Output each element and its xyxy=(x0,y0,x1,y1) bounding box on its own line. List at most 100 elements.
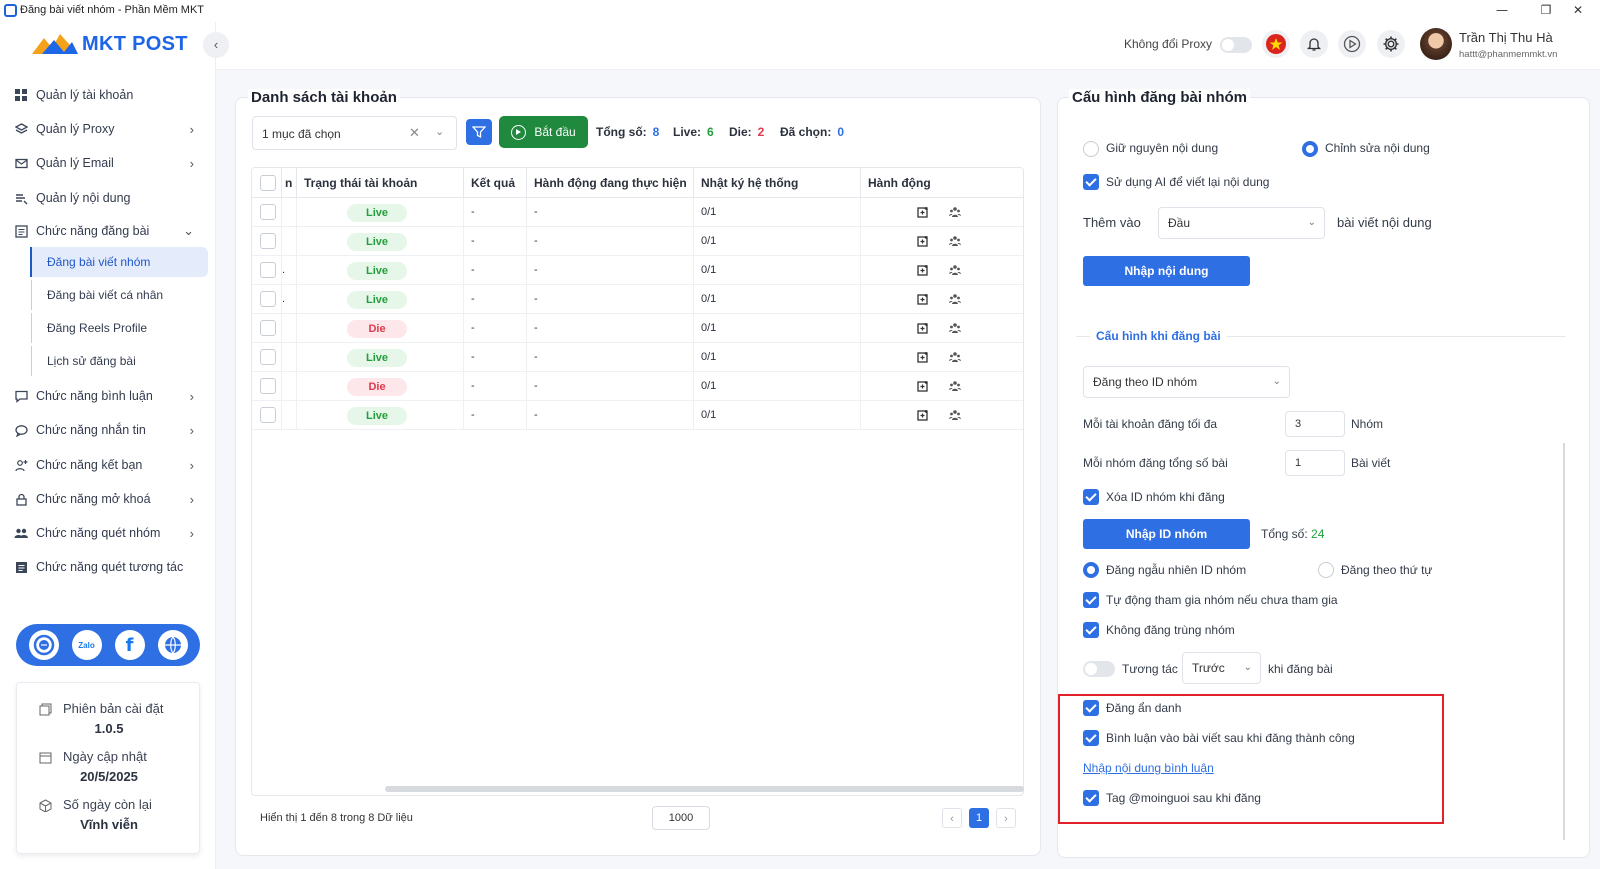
collapse-sidebar-button[interactable]: ‹ xyxy=(203,32,229,58)
status-cell: Live xyxy=(296,198,463,227)
post-by-select[interactable]: Đăng theo ID nhóm ⌄ xyxy=(1083,366,1290,398)
group-members-icon[interactable] xyxy=(949,380,961,392)
website-icon[interactable] xyxy=(157,630,188,660)
add-position-select[interactable]: Đầu ⌄ xyxy=(1158,207,1325,239)
sidebar-item-dashboard[interactable]: Quản lý tài khoản xyxy=(14,80,204,110)
sidebar-subitem[interactable]: Đăng Reels Profile xyxy=(31,313,209,343)
sidebar-item-content[interactable]: Quản lý nội dung xyxy=(14,183,204,213)
keep-content-radio[interactable] xyxy=(1083,141,1099,157)
posts-per-group-input[interactable]: 1 xyxy=(1285,450,1345,476)
sidebar-item-chat[interactable]: Chức năng nhắn tin › xyxy=(14,415,204,445)
horizontal-scrollbar[interactable] xyxy=(385,786,1024,792)
add-post-icon[interactable] xyxy=(917,351,929,363)
comment-after-checkbox[interactable] xyxy=(1083,730,1099,746)
bell-icon[interactable] xyxy=(1300,30,1328,58)
table-row[interactable]: Live - -0/1 xyxy=(252,343,1023,372)
row-checkbox[interactable] xyxy=(260,320,276,336)
no-duplicate-checkbox[interactable] xyxy=(1083,622,1099,638)
sidebar-item-comment[interactable]: Chức năng bình luận › xyxy=(14,381,204,411)
proxy-toggle[interactable] xyxy=(1220,37,1252,53)
sidebar-item-layers[interactable]: Quản lý Proxy › xyxy=(14,114,204,144)
input-group-id-button[interactable]: Nhập ID nhóm xyxy=(1083,519,1250,549)
row-checkbox[interactable] xyxy=(260,233,276,249)
facebook-icon[interactable]: f xyxy=(114,630,145,660)
max-per-account-input[interactable]: 3 xyxy=(1285,411,1345,437)
col-status[interactable]: Trạng thái tài khoản xyxy=(296,168,463,198)
group-members-icon[interactable] xyxy=(949,351,961,363)
sidebar-subitem[interactable]: Lịch sử đăng bài xyxy=(31,346,209,376)
user-avatar[interactable] xyxy=(1420,28,1452,60)
row-checkbox[interactable] xyxy=(260,407,276,423)
interact-when-select[interactable]: Trước ⌄ xyxy=(1182,652,1261,684)
zalo-icon[interactable]: Zalo xyxy=(71,630,102,660)
tag-all-checkbox[interactable] xyxy=(1083,790,1099,806)
table-row[interactable]: . Live - -0/1 xyxy=(252,285,1023,314)
minimize-button[interactable]: — xyxy=(1480,0,1524,22)
row-checkbox[interactable] xyxy=(260,262,276,278)
sequential-order-radio[interactable] xyxy=(1318,562,1334,578)
group-members-icon[interactable] xyxy=(949,409,961,421)
group-members-icon[interactable] xyxy=(949,206,961,218)
sidebar-item-mail[interactable]: Quản lý Email › xyxy=(14,148,204,178)
result-cell: - xyxy=(463,401,526,430)
add-post-icon[interactable] xyxy=(917,235,929,247)
prev-page-button[interactable]: ‹ xyxy=(942,808,962,828)
row-checkbox[interactable] xyxy=(260,204,276,220)
add-post-icon[interactable] xyxy=(917,206,929,218)
row-checkbox[interactable] xyxy=(260,349,276,365)
anonymous-checkbox[interactable] xyxy=(1083,700,1099,716)
select-all-checkbox[interactable] xyxy=(260,175,276,191)
table-row[interactable]: Live - -0/1 xyxy=(252,227,1023,256)
col-current-action[interactable]: Hành động đang thực hiện xyxy=(526,168,693,198)
add-post-icon[interactable] xyxy=(917,380,929,392)
interact-toggle[interactable] xyxy=(1083,661,1115,677)
sidebar-subitem[interactable]: Đăng bài viết cá nhân xyxy=(31,280,209,310)
group-members-icon[interactable] xyxy=(949,322,961,334)
filter-button[interactable] xyxy=(466,119,492,145)
settings-gear-icon[interactable] xyxy=(1377,30,1405,58)
clear-icon[interactable]: ✕ xyxy=(409,125,420,141)
add-post-icon[interactable] xyxy=(917,293,929,305)
start-button[interactable]: Bắt đầu xyxy=(499,116,588,148)
group-members-icon[interactable] xyxy=(949,235,961,247)
page-size-input[interactable]: 1000 xyxy=(652,806,710,830)
random-order-radio[interactable] xyxy=(1083,562,1099,578)
use-ai-checkbox[interactable] xyxy=(1083,174,1099,190)
log-cell: 0/1 xyxy=(693,401,860,430)
sidebar-item-post[interactable]: Chức năng đăng bài ⌄ xyxy=(14,216,204,246)
row-checkbox[interactable] xyxy=(260,378,276,394)
config-vertical-scrollbar[interactable] xyxy=(1563,443,1565,840)
table-row[interactable]: Live - -0/1 xyxy=(252,401,1023,430)
sidebar-subitem[interactable]: Đăng bài viết nhóm xyxy=(30,247,208,277)
input-content-button[interactable]: Nhập nội dung xyxy=(1083,256,1250,286)
add-post-icon[interactable] xyxy=(917,264,929,276)
row-checkbox[interactable] xyxy=(260,291,276,307)
col-system-log[interactable]: Nhật ký hệ thống xyxy=(693,168,860,198)
add-post-icon[interactable] xyxy=(917,409,929,421)
account-selector[interactable]: 1 mục đã chọn ✕ ⌄ xyxy=(252,116,457,150)
chevron-down-icon[interactable]: ⌄ xyxy=(435,125,444,138)
close-button[interactable]: ✕ xyxy=(1556,0,1600,22)
group-members-icon[interactable] xyxy=(949,293,961,305)
table-row[interactable]: . Live - -0/1 xyxy=(252,256,1023,285)
support-icon[interactable] xyxy=(28,630,59,660)
table-row[interactable]: Live - -0/1 xyxy=(252,198,1023,227)
next-page-button[interactable]: › xyxy=(996,808,1016,828)
table-row[interactable]: Die - -0/1 xyxy=(252,372,1023,401)
sequential-order-label: Đăng theo thứ tự xyxy=(1341,563,1433,577)
play-tutorial-icon[interactable] xyxy=(1338,30,1366,58)
input-comment-link[interactable]: Nhập nội dung bình luận xyxy=(1083,761,1214,775)
sidebar-item-add-friend[interactable]: Chức năng kết bạn › xyxy=(14,450,204,480)
col-result[interactable]: Kết quả xyxy=(463,168,526,198)
auto-join-checkbox[interactable] xyxy=(1083,592,1099,608)
edit-content-radio[interactable] xyxy=(1302,141,1318,157)
group-members-icon[interactable] xyxy=(949,264,961,276)
sidebar-item-scan[interactable]: Chức năng quét tương tác xyxy=(14,552,204,582)
delete-id-checkbox[interactable] xyxy=(1083,489,1099,505)
sidebar-item-lock[interactable]: Chức năng mở khoá › xyxy=(14,484,204,514)
language-vietnam-icon[interactable] xyxy=(1262,30,1290,58)
add-post-icon[interactable] xyxy=(917,322,929,334)
sidebar-item-group[interactable]: Chức năng quét nhóm › xyxy=(14,518,204,548)
page-1-button[interactable]: 1 xyxy=(969,808,989,828)
table-row[interactable]: Die - -0/1 xyxy=(252,314,1023,343)
